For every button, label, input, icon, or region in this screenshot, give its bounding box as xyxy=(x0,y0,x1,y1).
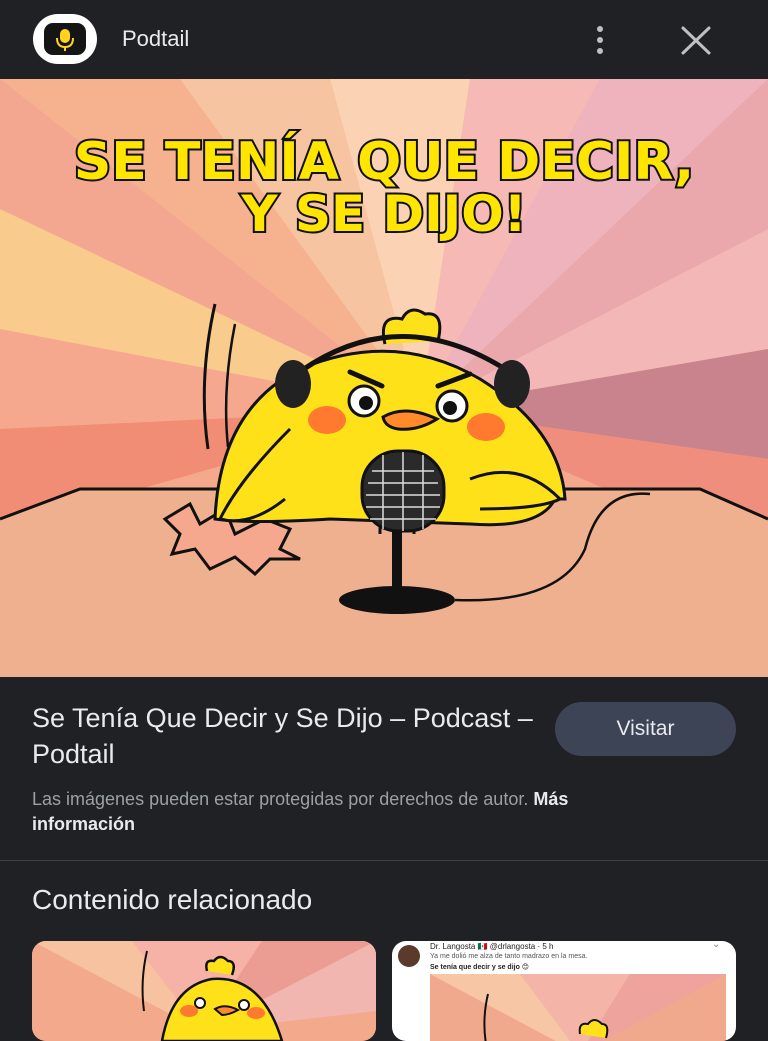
tweet-caption: Se tenía que decir y se dijo 😊 xyxy=(430,964,530,971)
top-bar: Podtail xyxy=(0,0,768,79)
more-vert-icon xyxy=(597,37,603,43)
result-title[interactable]: Se Tenía Que Decir y Se Dijo – Podcast –… xyxy=(32,700,552,772)
related-content-heading: Contenido relacionado xyxy=(32,884,313,915)
cover-title-line2: Y SE DIJO! xyxy=(240,185,526,243)
podcast-cover-image[interactable]: SE TENÍA QUE DECIR, Y SE DIJO! xyxy=(0,79,768,677)
tweet-text: Ya me dolió me alza de tanto madrazo en … xyxy=(430,953,588,960)
app-name: Podtail xyxy=(122,26,190,51)
section-divider xyxy=(0,860,768,861)
copyright-notice: Las imágenes pueden estar protegidas por… xyxy=(32,787,672,837)
podtail-logo[interactable] xyxy=(33,14,97,64)
visit-button[interactable]: Visitar xyxy=(555,702,736,756)
chevron-down-icon: ⌄ xyxy=(712,941,721,950)
tweet-thumbnail xyxy=(430,974,726,1041)
more-vert-icon xyxy=(597,48,603,54)
close-icon xyxy=(681,26,711,55)
more-vert-icon xyxy=(597,26,603,32)
related-card[interactable] xyxy=(32,941,376,1041)
close-button[interactable] xyxy=(674,20,716,60)
more-options-button[interactable] xyxy=(584,22,616,58)
related-card[interactable]: Dr. Langosta 🇲🇽 @drlangosta · 5 h ⌄ Ya m… xyxy=(392,941,736,1041)
microphone-icon xyxy=(56,29,74,51)
cover-title-line1: SE TENÍA QUE DECIR, xyxy=(74,131,694,192)
avatar xyxy=(398,945,420,967)
cover-illustration: SE TENÍA QUE DECIR, Y SE DIJO! xyxy=(0,79,768,677)
tweet-author: Dr. Langosta 🇲🇽 @drlangosta · 5 h xyxy=(430,942,554,951)
copyright-text: Las imágenes pueden estar protegidas por… xyxy=(32,789,529,809)
related-thumbnail xyxy=(32,941,376,1041)
tweet-image xyxy=(430,974,726,1041)
